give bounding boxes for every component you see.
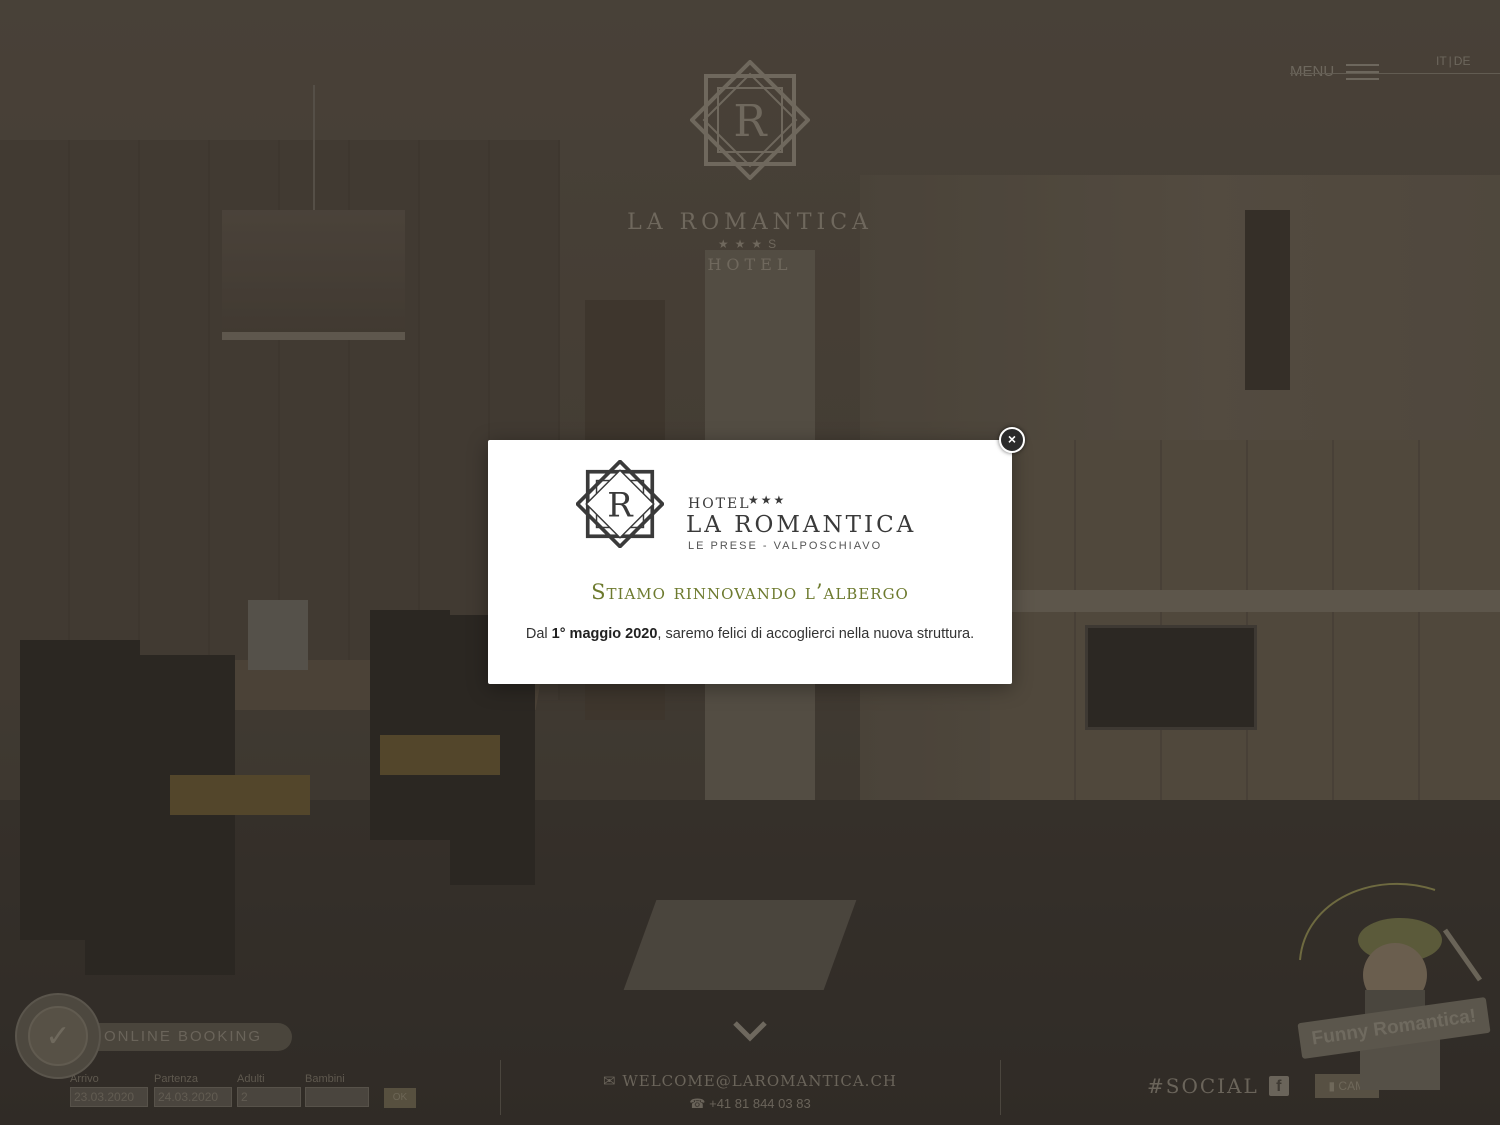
departure-label: Partenza: [154, 1073, 199, 1085]
children-label: Bambini: [305, 1073, 345, 1085]
logo-hotel: HOTEL: [707, 255, 793, 274]
svg-text:R: R: [733, 96, 768, 147]
modal-logo-hotel: HOTEL: [688, 496, 751, 512]
announcement-modal: R HOTEL ★★★ LA ROMANTICA LE PRESE - VALP…: [488, 440, 1012, 684]
footer-divider: [1000, 1060, 1001, 1115]
message-suffix: , saremo felici di accoglierci nella nuo…: [657, 626, 975, 642]
arrival-field: Arrivo 23.03.2020: [70, 1073, 148, 1107]
footer-divider: [500, 1060, 501, 1115]
children-select[interactable]: [305, 1087, 369, 1107]
mascot-icon: [1299, 882, 1483, 1090]
modal-logo-stars: ★★★: [748, 493, 787, 507]
lang-de[interactable]: DE: [1454, 54, 1471, 68]
online-booking-button[interactable]: ✓: [15, 993, 101, 1079]
booking-icon: ✓: [28, 1006, 88, 1066]
chevron-down-icon[interactable]: [732, 1020, 768, 1042]
email-text: WELCOME@LAROMANTICA.CH: [622, 1072, 898, 1090]
menu-label: MENU: [1290, 63, 1335, 80]
arrival-label: Arrivo: [70, 1073, 99, 1085]
menu-divider: [1290, 73, 1500, 74]
online-booking-label[interactable]: ONLINE BOOKING: [96, 1023, 292, 1051]
modal-message: Dal 1° maggio 2020, saremo felici di acc…: [488, 626, 1012, 642]
contact-block: ✉ WELCOME@LAROMANTICA.CH ☎ +41 81 844 03…: [600, 1072, 900, 1112]
phone-text: +41 81 844 03 83: [709, 1096, 811, 1111]
adults-select[interactable]: 2: [237, 1087, 301, 1107]
svg-text:R: R: [607, 485, 634, 524]
message-date: 1° maggio 2020: [551, 626, 658, 642]
logo-stars: ★★★S: [717, 237, 783, 251]
departure-input[interactable]: 24.03.2020: [154, 1087, 232, 1107]
adults-field: Adulti 2: [237, 1073, 301, 1107]
menu-button[interactable]: MENU: [1290, 63, 1380, 80]
mascot-widget[interactable]: Funny Romantica!: [1295, 870, 1495, 1100]
adults-label: Adulti: [237, 1073, 265, 1085]
close-icon[interactable]: ×: [999, 427, 1025, 453]
booking-submit-button[interactable]: OK: [384, 1088, 416, 1108]
modal-logo-emblem-icon: R: [576, 460, 664, 548]
departure-field: Partenza 24.03.2020: [154, 1073, 232, 1107]
phone-link[interactable]: ☎ +41 81 844 03 83: [600, 1096, 900, 1112]
phone-icon: ☎: [689, 1096, 710, 1111]
modal-title: Stiamo rinnovando l’albergo: [591, 580, 909, 604]
social-tag: #SOCIAL: [1147, 1074, 1259, 1098]
children-field: Bambini: [305, 1073, 369, 1107]
modal-logo-place: LE PRESE - VALPOSCHIAVO: [688, 540, 883, 552]
logo-emblem-icon: R: [690, 60, 810, 180]
facebook-icon[interactable]: f: [1268, 1076, 1289, 1096]
modal-logo: R HOTEL ★★★ LA ROMANTICA LE PRESE - VALP…: [576, 460, 936, 552]
email-link[interactable]: ✉ WELCOME@LAROMANTICA.CH: [600, 1072, 900, 1090]
arrival-input[interactable]: 23.03.2020: [70, 1087, 148, 1107]
logo-name: LA ROMANTICA: [627, 210, 873, 235]
hamburger-icon: [1346, 63, 1380, 80]
language-switcher: IT | DE: [1436, 54, 1471, 68]
site-logo[interactable]: R LA ROMANTICA ★★★S HOTEL: [624, 60, 876, 285]
envelope-icon: ✉: [602, 1072, 623, 1090]
lang-it[interactable]: IT: [1436, 54, 1447, 68]
message-prefix: Dal: [525, 626, 552, 642]
modal-logo-name: LA ROMANTICA: [686, 512, 917, 538]
